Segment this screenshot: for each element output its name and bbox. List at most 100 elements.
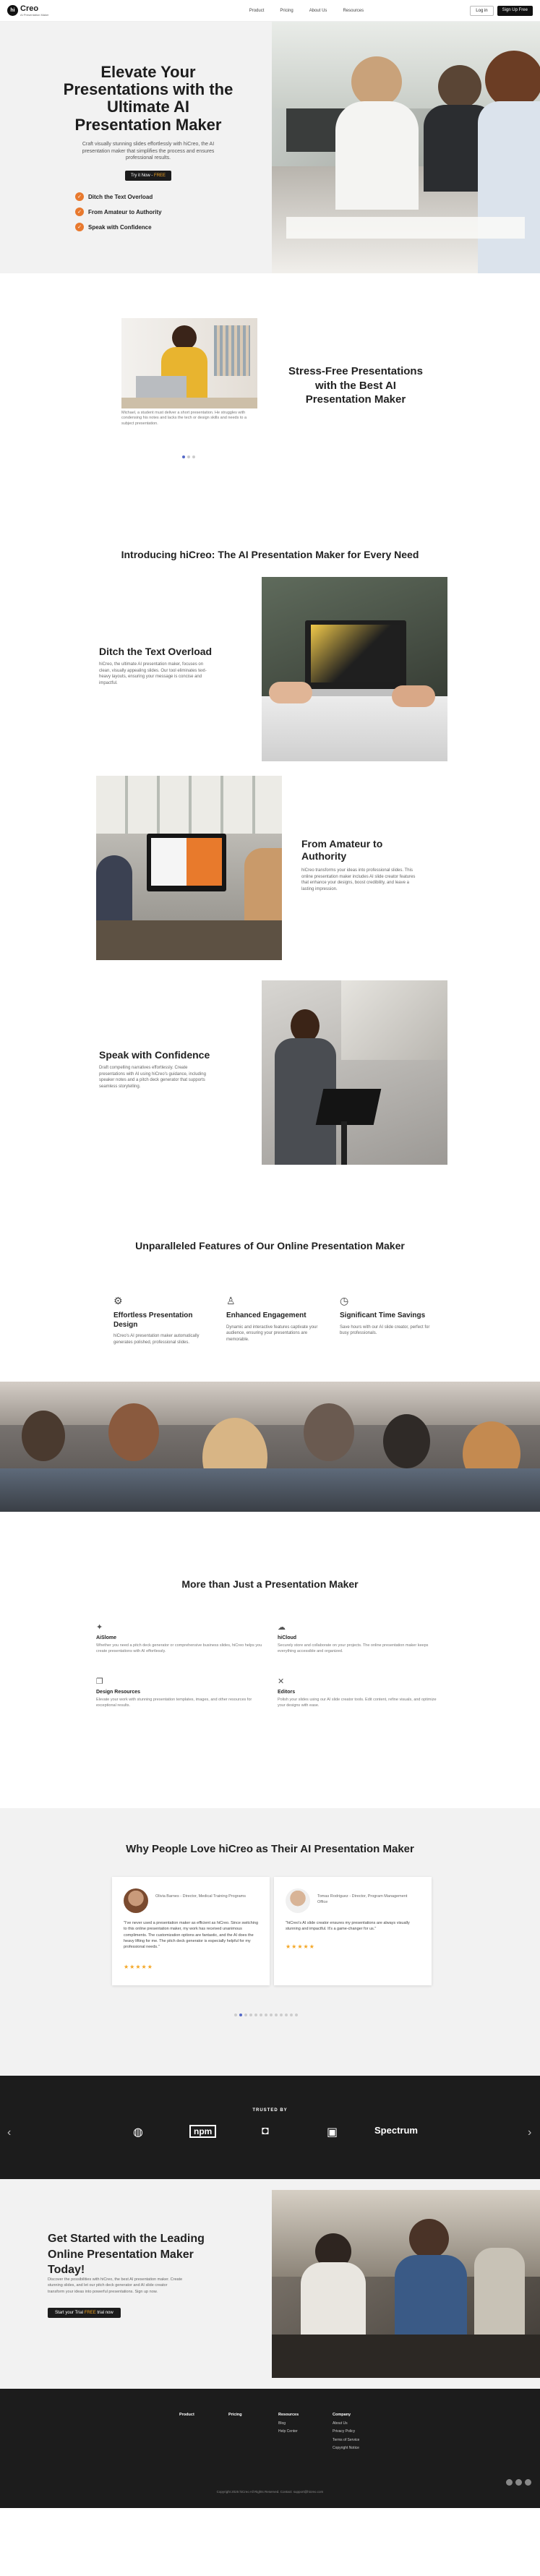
footer-col-title: Resources [278, 2413, 299, 2417]
intro-title: Introducing hiCreo: The AI Presentation … [121, 549, 419, 560]
hero-feature-item[interactable]: ✓ From Amateur to Authority [75, 207, 234, 217]
carousel-dot[interactable] [244, 2014, 247, 2016]
carousel-dot[interactable] [182, 455, 185, 458]
trusted-by-section: TRUSTED BY ‹ ◍ npm ◘ ▣ Spectrum › [0, 2076, 540, 2179]
footer-link-terms[interactable]: Terms of Service [333, 2438, 359, 2442]
office-chair-race-photo [272, 2190, 540, 2378]
logo[interactable]: hi Creo AI Presentation Maker [7, 4, 49, 17]
testimonial-card: Tomas Rodriguez - Director, Program Mana… [274, 1877, 432, 1985]
testimonial-dots [234, 2014, 298, 2016]
stress-free-title: Stress-Free Presentations with the Best … [288, 365, 423, 406]
avatar [124, 1888, 148, 1913]
hero-section: Elevate Your Presentations with the Ulti… [0, 22, 540, 273]
copyright-text: Copyright 2025 hiCreo All Rights Reserve… [216, 2490, 324, 2494]
nav-about-us[interactable]: About Us [309, 9, 327, 13]
copy-icon: ❐ [96, 1677, 103, 1686]
stress-caption: Michael, a student must deliver a short … [121, 411, 247, 426]
footer-col-company: Company About Us Privacy Policy Terms of… [333, 2410, 359, 2453]
logo-subtitle: AI Presentation Maker [20, 12, 49, 17]
more-item-title: Editors [278, 1690, 296, 1695]
feature-card-title: Enhanced Engagement [226, 1311, 307, 1319]
carousel-dot[interactable] [265, 2014, 267, 2016]
tools-icon: ✕ [278, 1677, 285, 1686]
facebook-icon[interactable] [506, 2479, 513, 2486]
feature-row-title: From Amateur to Authority [301, 838, 383, 862]
chevron-right-icon[interactable]: › [528, 2126, 531, 2139]
feature-row-desc: hiCreo, the ultimate AI presentation mak… [99, 662, 207, 686]
feature-card-design: ⚙ Effortless Presentation Design hiCreo'… [113, 1295, 207, 1345]
feature-card-desc: Save hours with our AI slide creator, pe… [340, 1325, 430, 1336]
testimonial-name: Tomas Rodriguez - Director, Program Mana… [317, 1894, 408, 1904]
twitter-icon[interactable] [515, 2479, 522, 2486]
more-item-desc: Whether you need a pitch deck generator … [96, 1643, 262, 1653]
more-item-hicloud: ☁ hiCloud Securely store and collaborate… [278, 1622, 444, 1655]
footer-link-blog[interactable]: Blog [278, 2421, 286, 2426]
carousel-dots [182, 455, 195, 458]
nav-pricing[interactable]: Pricing [280, 9, 293, 13]
footer-col-title[interactable]: Pricing [228, 2413, 242, 2417]
px-logo-icon: ▣ [327, 2126, 338, 2139]
github-logo-icon: ◍ [133, 2126, 143, 2139]
dash-logo-icon: ◘ [262, 2125, 269, 2137]
testimonial-quote: "hiCreo's AI slide creator ensures my pr… [286, 1921, 410, 1932]
top-header: hi Creo AI Presentation Maker Product Pr… [0, 0, 540, 22]
start-trial-button[interactable]: Start your Trial FREE trial now [48, 2308, 121, 2318]
feature-card-engagement: ♙ Enhanced Engagement Dynamic and intera… [226, 1295, 320, 1343]
carousel-dot[interactable] [295, 2014, 298, 2016]
carousel-dot[interactable] [254, 2014, 257, 2016]
carousel-dot[interactable] [234, 2014, 237, 2016]
carousel-dot[interactable] [187, 455, 190, 458]
carousel-dot[interactable] [275, 2014, 278, 2016]
hero-feature-item[interactable]: ✓ Ditch the Text Overload [75, 192, 234, 202]
more-item-desc: Polish your slides using our AI slide cr… [278, 1698, 437, 1708]
nav-product[interactable]: Product [249, 9, 265, 13]
social-links [506, 2479, 531, 2486]
cta-title: Get Started with the Leading Online Pres… [48, 2233, 205, 2277]
feature-row-speak-confidence: Speak with Confidence Draft compelling n… [0, 980, 540, 1179]
feature-row-amateur-authority: From Amateur to Authority hiCreo transfo… [0, 776, 540, 980]
main-nav: Product Pricing About Us Resources [155, 9, 364, 13]
footer-link-help-center[interactable]: Help Center [278, 2429, 298, 2434]
testimonial-name: Olivia Barnes - Director, Medical Traini… [155, 1894, 247, 1899]
carousel-dot[interactable] [260, 2014, 262, 2016]
footer-col-title[interactable]: Product [179, 2413, 194, 2417]
more-item-title: hiCloud [278, 1635, 297, 1640]
nav-resources[interactable]: Resources [343, 9, 364, 13]
footer: Product Pricing Resources Blog Help Cent… [0, 2389, 540, 2508]
more-title: More than Just a Presentation Maker [181, 1578, 359, 1590]
carousel-dot[interactable] [280, 2014, 283, 2016]
carousel-dot[interactable] [285, 2014, 288, 2016]
footer-col-pricing: Pricing [228, 2410, 242, 2420]
footer-link-copyright[interactable]: Copyright Notice [333, 2446, 359, 2450]
login-button[interactable]: Log in [470, 5, 494, 16]
chevron-left-icon[interactable]: ‹ [7, 2126, 11, 2139]
audience-photo [0, 1382, 540, 1512]
feature-card-desc: hiCreo's AI presentation maker automatic… [113, 1334, 200, 1345]
get-started-section: Get Started with the Leading Online Pres… [0, 2179, 540, 2389]
carousel-dot[interactable] [239, 2014, 242, 2016]
feature-row-text-overload: Ditch the Text Overload hiCreo, the ulti… [0, 577, 540, 776]
laptop-presentation-photo [262, 577, 447, 761]
feature-row-desc: hiCreo transforms your ideas into profes… [301, 868, 416, 892]
try-now-button[interactable]: Try it Now - FREE [124, 171, 172, 181]
carousel-dot[interactable] [270, 2014, 273, 2016]
signup-button[interactable]: Sign Up Free [497, 5, 533, 16]
footer-link-about-us[interactable]: About Us [333, 2421, 348, 2426]
start-trial-label: Start your Trial [55, 2311, 85, 2315]
hero-description: Craft visually stunning slides effortles… [82, 141, 215, 161]
try-now-label: Try it Now - [130, 174, 155, 179]
design-icon: ⚙ [113, 1295, 123, 1306]
more-item-desc: Elevate your work with stunning presenta… [96, 1698, 252, 1708]
footer-link-privacy[interactable]: Privacy Policy [333, 2429, 355, 2434]
carousel-dot[interactable] [290, 2014, 293, 2016]
carousel-dot[interactable] [249, 2014, 252, 2016]
feature-row-desc: Draft compelling narratives effortlessly… [99, 1066, 206, 1090]
npm-logo: npm [189, 2125, 217, 2138]
youtube-icon[interactable] [525, 2479, 531, 2486]
more-item-title: Design Resources [96, 1690, 141, 1695]
hero-feature-list: ✓ Ditch the Text Overload ✓ From Amateur t… [62, 192, 234, 232]
cloud-icon: ☁ [278, 1623, 286, 1632]
carousel-dot[interactable] [192, 455, 195, 458]
avatar [286, 1888, 310, 1913]
hero-feature-item[interactable]: ✓ Speak with Confidence [75, 223, 234, 232]
